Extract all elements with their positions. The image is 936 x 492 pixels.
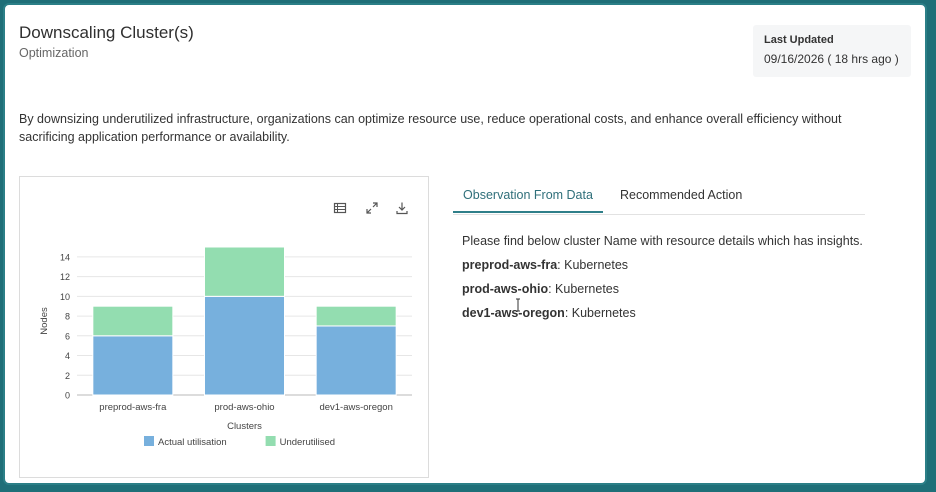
bar-segment (204, 246, 285, 297)
tab-observation-from-data[interactable]: Observation From Data (453, 181, 603, 213)
x-tick-label: prod-aws-ohio (214, 402, 274, 413)
cluster-name: dev1-aws-oregon (462, 306, 565, 320)
cluster-name: prod-aws-ohio (462, 282, 549, 296)
insight-tabs: Observation From Data Recommended Action (453, 181, 865, 215)
y-tick-label: 6 (65, 331, 70, 341)
last-updated-label: Last Updated (764, 34, 834, 46)
bar-segment (204, 295, 285, 396)
observation-panel: Please find below cluster Name with reso… (462, 233, 863, 329)
bar-segment (315, 325, 397, 396)
legend-swatch (144, 436, 154, 446)
legend-label: Underutilised (280, 437, 335, 448)
last-updated-value: 09/16/2026 ( 18 hrs ago ) (764, 52, 899, 66)
bar-segment (92, 305, 174, 337)
y-tick-label: 4 (65, 351, 70, 361)
x-tick-label: preprod-aws-fra (99, 402, 167, 413)
insight-panel: Downscaling Cluster(s) Optimization Last… (3, 3, 927, 485)
y-tick-label: 14 (60, 252, 70, 262)
x-tick-label: dev1-aws-oregon (319, 402, 392, 413)
list-item: dev1-aws-oregon: Kubernetes (462, 305, 863, 329)
page-subtitle: Optimization (19, 46, 89, 60)
download-icon[interactable] (395, 201, 409, 215)
cluster-name: preprod-aws-fra (462, 258, 558, 272)
expand-icon[interactable] (365, 201, 379, 215)
y-axis-label: Nodes (39, 307, 50, 335)
last-updated-box: Last Updated 09/16/2026 ( 18 hrs ago ) (753, 25, 911, 77)
y-tick-label: 2 (65, 371, 70, 381)
cluster-detail: : Kubernetes (548, 282, 619, 296)
y-tick-label: 0 (65, 391, 70, 401)
y-tick-label: 8 (65, 312, 70, 322)
cluster-detail: : Kubernetes (564, 306, 636, 320)
text-cursor-icon (515, 298, 521, 317)
y-tick-label: 12 (60, 272, 70, 282)
table-view-icon[interactable] (333, 201, 347, 215)
bar-segment (315, 305, 397, 327)
legend-swatch (265, 436, 276, 446)
description-text: By downsizing underutilized infrastructu… (19, 112, 842, 144)
chart-card: 0 2 4 6 8 10 12 14 Nodes preprod-aws-fra prod-aws-… (19, 176, 429, 478)
list-item: preprod-aws-fra: Kubernetes (462, 257, 863, 281)
legend-label: Actual utilisation (158, 437, 227, 448)
bar-segment (92, 335, 174, 396)
observation-intro: Please find below cluster Name with reso… (462, 234, 863, 248)
list-item: prod-aws-ohio: Kubernetes (462, 281, 863, 305)
y-tick-label: 10 (60, 292, 70, 302)
x-axis-label: Clusters (227, 421, 262, 432)
cluster-detail: : Kubernetes (557, 258, 629, 272)
stacked-bar-chart: 0 2 4 6 8 10 12 14 Nodes preprod-aws-fra prod-aws-… (39, 246, 412, 448)
tab-recommended-action[interactable]: Recommended Action (620, 181, 742, 213)
page-title: Downscaling Cluster(s) (19, 23, 194, 42)
